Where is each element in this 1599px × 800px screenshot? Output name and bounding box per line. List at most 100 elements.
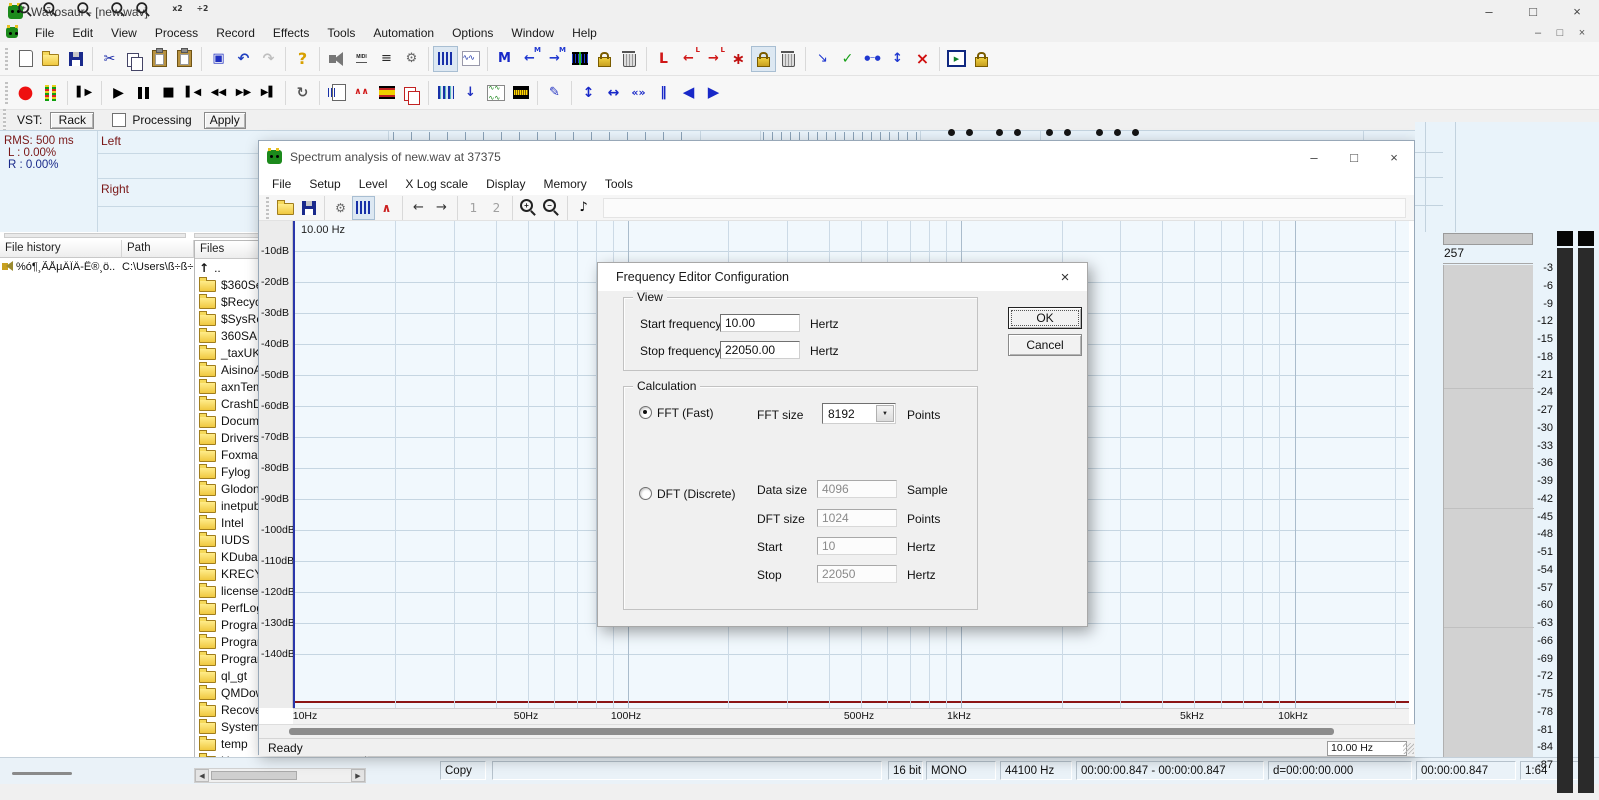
marker-lock-button[interactable] [593, 47, 616, 71]
marker-next-button[interactable]: →M [543, 47, 566, 71]
file-lock-button[interactable] [970, 47, 993, 71]
trim-button[interactable]: ▣ [207, 47, 230, 71]
new-file-button[interactable] [14, 47, 37, 71]
menu-process[interactable]: Process [146, 23, 207, 42]
stop-button[interactable]: ■ [157, 81, 180, 105]
spec-note-button[interactable]: ♪ [573, 197, 594, 219]
spectrum-menu-file[interactable]: File [263, 175, 300, 194]
splitter-bar[interactable] [4, 233, 186, 238]
envelope-points-button[interactable]: ↘ [811, 47, 834, 71]
loop-next-button[interactable]: →L [702, 47, 725, 71]
help-button[interactable]: ? [291, 47, 314, 71]
pencil-edit-button[interactable]: ✎ [543, 81, 566, 105]
spectrum-menu-tools[interactable]: Tools [596, 175, 642, 194]
paste-button[interactable] [148, 47, 171, 71]
zoom-in-button[interactable]: + [16, 3, 36, 16]
dft-size-input[interactable]: 1024 [817, 509, 897, 527]
spec-peak-view-button[interactable]: ∧ [376, 197, 397, 219]
loop-mode-button[interactable]: ↻ [291, 81, 314, 105]
marker-add-button[interactable]: M [493, 47, 516, 71]
clip-indicator-right[interactable] [1578, 231, 1594, 246]
record-button[interactable]: ● [14, 81, 37, 105]
spec-zoom-out-button[interactable]: − [541, 197, 562, 219]
resize-grip[interactable] [1403, 743, 1414, 754]
cut-button[interactable]: ✂ [98, 47, 121, 71]
play-button[interactable]: ▶ [107, 81, 130, 105]
processing-checkbox[interactable] [112, 113, 126, 127]
zoom-div2-button[interactable]: ÷2 [193, 3, 213, 16]
vst-rack-button[interactable]: Rack [50, 112, 94, 129]
analyze-doc-button[interactable] [325, 81, 348, 105]
scroll-left-icon[interactable]: ◀ [195, 769, 209, 782]
spectrum-minimize-button[interactable]: – [1294, 146, 1334, 169]
data-size-input[interactable]: 4096 [817, 480, 897, 498]
dialog-close-button[interactable]: × [1055, 268, 1075, 286]
spectrum-menu-x-log-scale[interactable]: X Log scale [396, 175, 477, 194]
open-file-button[interactable] [39, 47, 62, 71]
menu-record[interactable]: Record [207, 23, 264, 42]
loop-delete-button[interactable] [777, 47, 800, 71]
spec-open-button[interactable] [275, 197, 296, 219]
column-file-history[interactable]: File history [0, 240, 122, 258]
marker-auto-button[interactable] [568, 47, 591, 71]
menu-options[interactable]: Options [443, 23, 502, 42]
script-run-button[interactable] [945, 47, 968, 71]
save-file-button[interactable] [64, 47, 87, 71]
cancel-button[interactable]: Cancel [1008, 334, 1082, 356]
spec-save-button[interactable] [298, 197, 319, 219]
hidden-scrollbar[interactable] [1443, 233, 1533, 245]
menu-tools[interactable]: Tools [318, 23, 364, 42]
minimize-button[interactable]: – [1467, 0, 1511, 23]
spectrum-menu-setup[interactable]: Setup [300, 175, 349, 194]
fit-vertical-button[interactable]: ↕ [577, 81, 600, 105]
fft-radio[interactable] [639, 406, 652, 419]
zoom-out-button[interactable]: − [41, 3, 61, 16]
statistics-button[interactable] [484, 81, 507, 105]
spec-next-button[interactable]: → [431, 197, 452, 219]
copy-button[interactable] [123, 47, 146, 71]
mdi-restore-button[interactable]: □ [1549, 25, 1571, 41]
undo-button[interactable]: ↶ [232, 47, 255, 71]
vst-apply-button[interactable]: Apply [204, 112, 246, 129]
envelope-line-button[interactable]: ●─● [861, 47, 884, 71]
copy-graphic-button[interactable] [400, 81, 423, 105]
dialog-titlebar[interactable]: Frequency Editor Configuration × [598, 263, 1087, 291]
split-button[interactable]: ‖ [652, 81, 675, 105]
loop-lock-button[interactable] [752, 47, 775, 71]
stop-frequency-input[interactable]: 22050.00 [720, 341, 800, 359]
history-row[interactable]: %ó¶¸ÃÅµÄÏÄ-Ê®¸ö... C:\Users\ß÷ß÷... [0, 258, 194, 275]
spec-prev-button[interactable]: ← [408, 197, 429, 219]
midi-config-button[interactable]: MIDI [350, 47, 373, 71]
dft-stop-input[interactable]: 22050 [817, 565, 897, 583]
mdi-close-button[interactable]: × [1571, 25, 1593, 41]
envelope-delete-button[interactable]: × [911, 47, 934, 71]
envelope-scale-button[interactable]: ↕ [886, 47, 909, 71]
scroll-right-icon[interactable]: ▶ [351, 769, 365, 782]
menu-automation[interactable]: Automation [364, 23, 443, 42]
loop-prev-button[interactable]: ←L [677, 47, 700, 71]
zoom-vertical-in-button[interactable] [109, 3, 129, 16]
options-wrench-button[interactable]: ⚙ [400, 47, 423, 71]
spec-bars-view-button[interactable] [353, 197, 374, 219]
spectrum-analysis-button[interactable]: ∧∧ [350, 81, 373, 105]
wave2d-button[interactable] [434, 81, 457, 105]
spec-zoom-in-button[interactable]: + [518, 197, 539, 219]
menu-effects[interactable]: Effects [264, 23, 318, 42]
mdi-minimize-button[interactable]: – [1527, 25, 1549, 41]
loop-add-button[interactable]: L [652, 47, 675, 71]
spectrum-titlebar[interactable]: Spectrum analysis of new.wav at 37375 – … [259, 141, 1414, 173]
scrollbar-thumb[interactable] [289, 728, 1334, 735]
spec-config-button[interactable]: ⚙ [330, 197, 351, 219]
fade-out-button[interactable]: ▶ [702, 81, 725, 105]
marker-delete-button[interactable] [618, 47, 641, 71]
start-frequency-input[interactable]: 10.00 [720, 314, 800, 332]
audio-config-button[interactable] [325, 47, 348, 71]
chevron-down-icon[interactable]: ▼ [876, 405, 894, 422]
ok-button[interactable]: OK [1008, 307, 1082, 329]
spec-memory-1-button[interactable]: 1 [463, 197, 484, 219]
column-path[interactable]: Path [122, 240, 194, 258]
marker-prev-button[interactable]: ←M [518, 47, 541, 71]
waveform-view-button[interactable] [434, 47, 457, 71]
monitor-meters-button[interactable] [39, 81, 62, 105]
redo-button[interactable]: ↷ [257, 47, 280, 71]
